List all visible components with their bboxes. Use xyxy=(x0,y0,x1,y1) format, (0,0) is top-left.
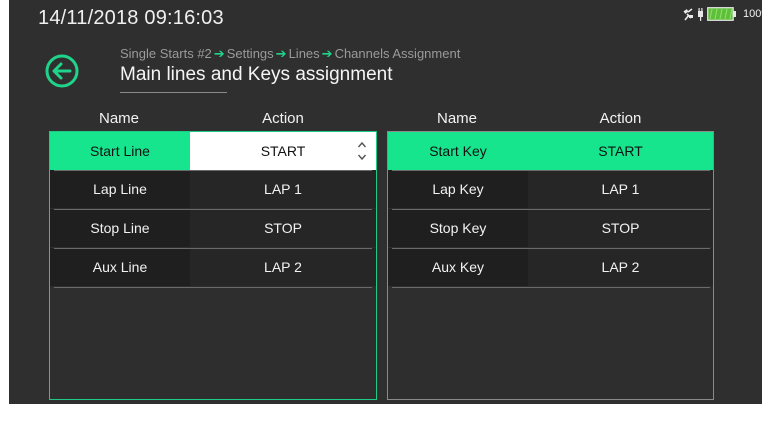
row-divider xyxy=(54,209,372,210)
row-divider xyxy=(54,170,372,171)
title-underline xyxy=(120,92,227,93)
line-name-cell[interactable]: Stop Line xyxy=(50,209,190,247)
lines-table: Start Line START Lap Line LAP 1 Stop Lin… xyxy=(49,131,377,400)
spinner-updown-icon[interactable] xyxy=(357,139,367,163)
datetime: 14/11/2018 09:16:03 xyxy=(38,7,224,29)
line-name-cell[interactable]: Start Line xyxy=(50,132,190,170)
line-action-select[interactable]: START xyxy=(190,132,376,170)
line-action-value: START xyxy=(260,143,306,159)
plug-icon xyxy=(698,7,703,21)
table-row[interactable]: Lap Key LAP 1 xyxy=(388,170,713,208)
page-title: Main lines and Keys assignment xyxy=(120,64,393,85)
key-action-cell[interactable]: LAP 2 xyxy=(528,248,713,286)
table-row[interactable]: Start Key START xyxy=(388,132,713,170)
row-divider xyxy=(392,287,710,288)
table-row[interactable]: Lap Line LAP 1 xyxy=(50,170,376,208)
row-divider xyxy=(392,209,710,210)
table-row[interactable]: Aux Key LAP 2 xyxy=(388,248,713,286)
back-arrow-icon xyxy=(45,54,79,88)
lines-col-action-header: Action xyxy=(262,110,304,127)
row-divider xyxy=(54,248,372,249)
breadcrumb: Single Starts #2 ➔ Settings ➔ Lines ➔ Channels… xyxy=(120,46,460,62)
line-action-cell[interactable]: LAP 1 xyxy=(190,170,376,208)
device-screen: 14/11/2018 09:16:03 100% Single Starts #… xyxy=(9,0,762,404)
keys-table: Start Key START Lap Key LAP 1 Stop Key S… xyxy=(387,131,714,400)
line-name-cell[interactable]: Lap Line xyxy=(50,170,190,208)
key-action-cell[interactable]: STOP xyxy=(528,209,713,247)
key-name-cell[interactable]: Lap Key xyxy=(388,170,528,208)
breadcrumb-item[interactable]: Settings xyxy=(227,46,274,61)
breadcrumb-arrow-icon: ➔ xyxy=(275,46,287,61)
keys-col-name-header: Name xyxy=(436,110,477,127)
row-divider xyxy=(54,287,372,288)
key-name-cell[interactable]: Stop Key xyxy=(388,209,528,247)
keys-col-action-header: Action xyxy=(599,110,642,127)
breadcrumb-item[interactable]: Lines xyxy=(289,46,320,61)
key-name-cell[interactable]: Aux Key xyxy=(388,248,528,286)
lines-col-name-header: Name xyxy=(98,110,139,127)
key-name-cell[interactable]: Start Key xyxy=(388,132,528,170)
breadcrumb-arrow-icon: ➔ xyxy=(213,46,225,61)
table-row[interactable]: Stop Key STOP xyxy=(388,209,713,247)
line-name-cell[interactable]: Aux Line xyxy=(50,248,190,286)
satellite-icon xyxy=(683,7,693,20)
line-action-cell[interactable]: LAP 2 xyxy=(190,248,376,286)
status-icons: 100% xyxy=(683,6,762,22)
breadcrumb-item[interactable]: Single Starts #2 xyxy=(120,46,212,61)
back-button[interactable] xyxy=(45,54,79,88)
breadcrumb-arrow-icon: ➔ xyxy=(321,46,333,61)
key-action-cell[interactable]: START xyxy=(528,132,713,170)
table-row[interactable]: Aux Line LAP 2 xyxy=(50,248,376,286)
breadcrumb-item: Channels Assignment xyxy=(334,46,461,61)
row-divider xyxy=(392,248,710,249)
table-row[interactable]: Stop Line STOP xyxy=(50,209,376,247)
line-action-cell[interactable]: STOP xyxy=(190,209,376,247)
table-row[interactable]: Start Line START xyxy=(50,132,376,170)
key-action-cell[interactable]: LAP 1 xyxy=(528,170,713,208)
battery-percent: 100% xyxy=(743,8,762,20)
battery-icon xyxy=(707,7,736,21)
row-divider xyxy=(392,170,710,171)
